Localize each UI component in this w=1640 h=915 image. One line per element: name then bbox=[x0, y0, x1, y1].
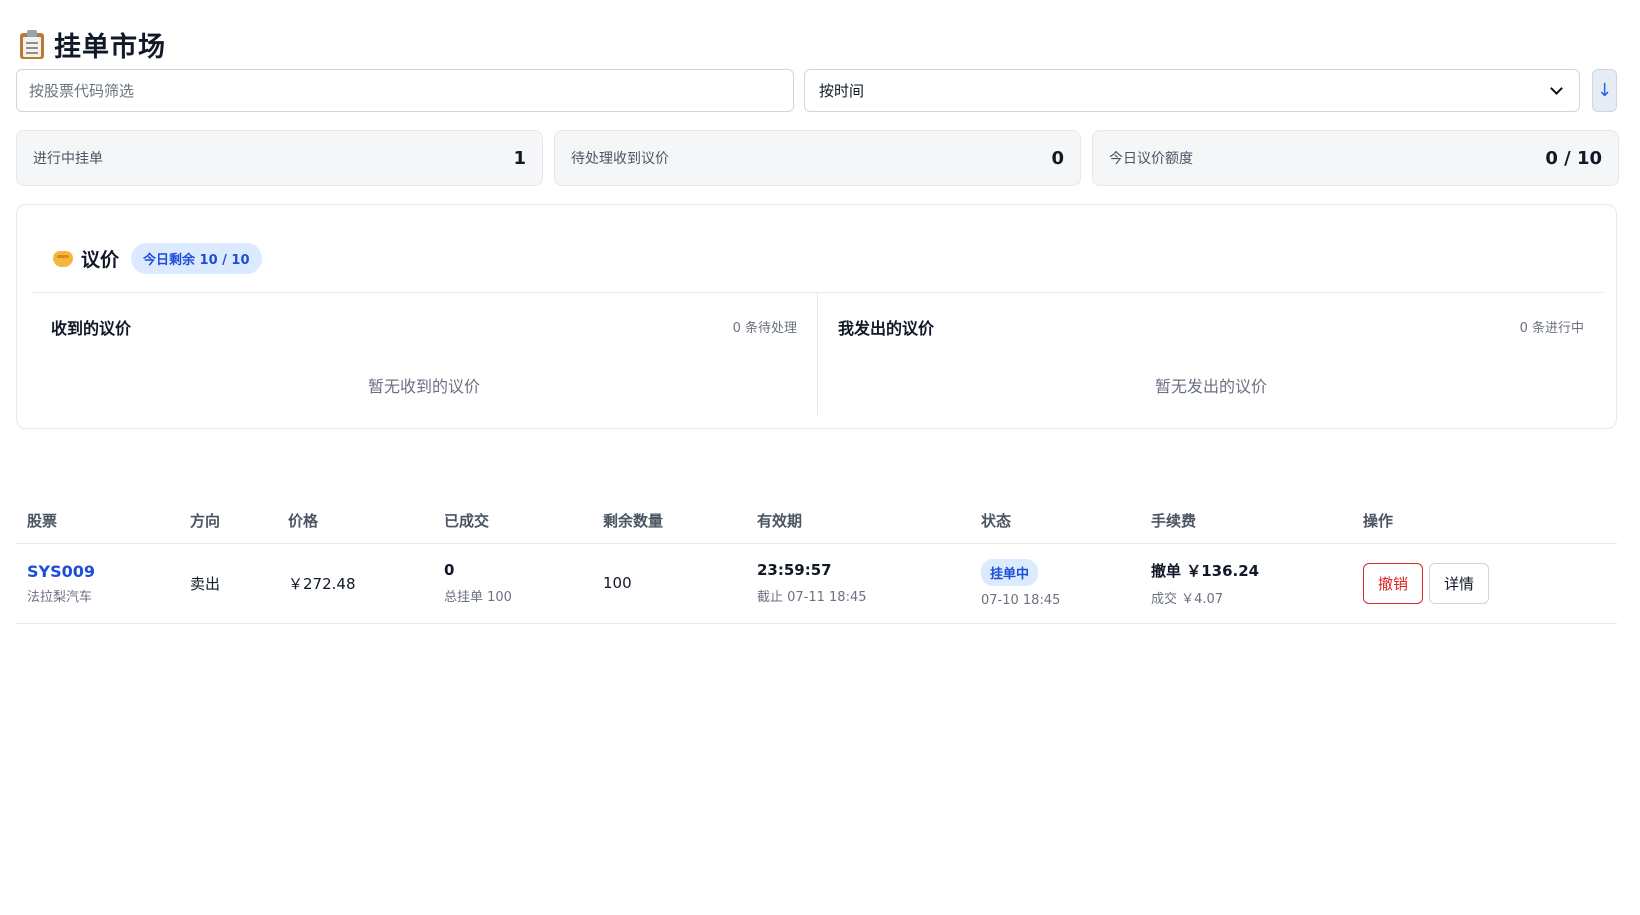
column-header: 方向 bbox=[179, 495, 277, 544]
received-offers-title: 收到的议价 bbox=[51, 319, 132, 338]
received-offers-empty: 暂无收到的议价 bbox=[367, 377, 480, 396]
sent-offers-title: 我发出的议价 bbox=[838, 319, 935, 338]
stat-active-orders: 进行中挂单 1 bbox=[16, 130, 543, 186]
page-title: 挂单市场 bbox=[54, 31, 166, 63]
column-header: 状态 bbox=[970, 495, 1140, 544]
price-cell: ￥272.48 bbox=[277, 543, 433, 624]
handshake-icon bbox=[53, 250, 73, 267]
chevron-down-icon bbox=[1550, 81, 1563, 95]
filled-quantity: 0 bbox=[444, 561, 455, 579]
stat-daily-quota: 今日议价额度 0 / 10 bbox=[1092, 130, 1619, 186]
expiry-countdown: 23:59:57 bbox=[757, 561, 832, 579]
stat-pending-offers: 待处理收到议价 0 bbox=[554, 130, 1081, 186]
sort-direction-button[interactable]: ↓ bbox=[1592, 69, 1617, 112]
column-header: 剩余数量 bbox=[592, 495, 746, 544]
status-time: 07-10 18:45 bbox=[981, 592, 1061, 608]
stat-label: 进行中挂单 bbox=[33, 151, 103, 167]
expiry-deadline: 截止 07-11 18:45 bbox=[757, 590, 867, 605]
column-header: 操作 bbox=[1352, 495, 1617, 544]
negotiation-title: 议价 bbox=[81, 249, 120, 271]
direction-cell: 卖出 bbox=[179, 543, 277, 624]
cancel-order-button[interactable]: 撤销 bbox=[1363, 562, 1423, 604]
stat-value: 0 bbox=[1051, 147, 1064, 169]
column-header: 手续费 bbox=[1140, 495, 1352, 544]
page-header: 挂单市场 bbox=[20, 24, 166, 64]
quota-badge: 今日剩余 10 / 10 bbox=[131, 243, 262, 274]
total-order-quantity: 总挂单 100 bbox=[444, 590, 512, 605]
received-offers-section: 收到的议价 0 条待处理 暂无收到的议价 bbox=[31, 293, 817, 415]
table-header-row: 股票 方向 价格 已成交 剩余数量 有效期 状态 手续费 操作 bbox=[16, 495, 1617, 544]
stat-label: 今日议价额度 bbox=[1109, 151, 1193, 167]
status-cell: 挂单中 07-10 18:45 bbox=[970, 543, 1140, 624]
deal-fee: 成交 ￥4.07 bbox=[1151, 591, 1224, 607]
cancel-fee: 撤单 ￥136.24 bbox=[1151, 561, 1260, 580]
received-offers-count: 0 条待处理 bbox=[732, 321, 797, 336]
filled-cell: 0 总挂单 100 bbox=[433, 543, 592, 624]
stock-filter-input[interactable] bbox=[16, 69, 794, 112]
column-header: 已成交 bbox=[433, 495, 592, 544]
status-badge: 挂单中 bbox=[981, 558, 1039, 586]
negotiation-panel: 议价 今日剩余 10 / 10 收到的议价 0 条待处理 暂无收到的议价 我发出… bbox=[16, 204, 1617, 429]
remaining-cell: 100 bbox=[592, 543, 746, 624]
table-row: SYS009 法拉梨汽车 卖出 ￥272.48 0 总挂单 100 100 23… bbox=[16, 543, 1617, 624]
sort-select[interactable]: 按时间 bbox=[804, 69, 1580, 112]
negotiation-header: 议价 今日剩余 10 / 10 bbox=[53, 243, 262, 274]
fee-cell: 撤单 ￥136.24 成交 ￥4.07 bbox=[1140, 543, 1352, 624]
clipboard-icon bbox=[20, 29, 44, 59]
stat-value: 0 / 10 bbox=[1545, 147, 1602, 169]
expiry-cell: 23:59:57 截止 07-11 18:45 bbox=[746, 543, 970, 624]
sent-offers-empty: 暂无发出的议价 bbox=[1154, 377, 1267, 396]
stat-label: 待处理收到议价 bbox=[571, 151, 669, 167]
column-header: 有效期 bbox=[746, 495, 970, 544]
stat-value: 1 bbox=[513, 147, 526, 169]
order-detail-button[interactable]: 详情 bbox=[1429, 562, 1489, 604]
column-header: 股票 bbox=[16, 495, 179, 544]
orders-table: 股票 方向 价格 已成交 剩余数量 有效期 状态 手续费 操作 SYS009 法… bbox=[16, 495, 1617, 624]
actions-cell: 撤销 详情 bbox=[1352, 543, 1617, 624]
sort-select-value: 按时间 bbox=[819, 82, 865, 100]
stock-name: 法拉梨汽车 bbox=[27, 589, 93, 605]
stock-code-link[interactable]: SYS009 bbox=[27, 562, 179, 581]
sent-offers-section: 我发出的议价 0 条进行中 暂无发出的议价 bbox=[818, 293, 1604, 415]
column-header: 价格 bbox=[277, 495, 433, 544]
sent-offers-count: 0 条进行中 bbox=[1519, 321, 1584, 336]
stock-cell: SYS009 法拉梨汽车 bbox=[16, 543, 179, 624]
